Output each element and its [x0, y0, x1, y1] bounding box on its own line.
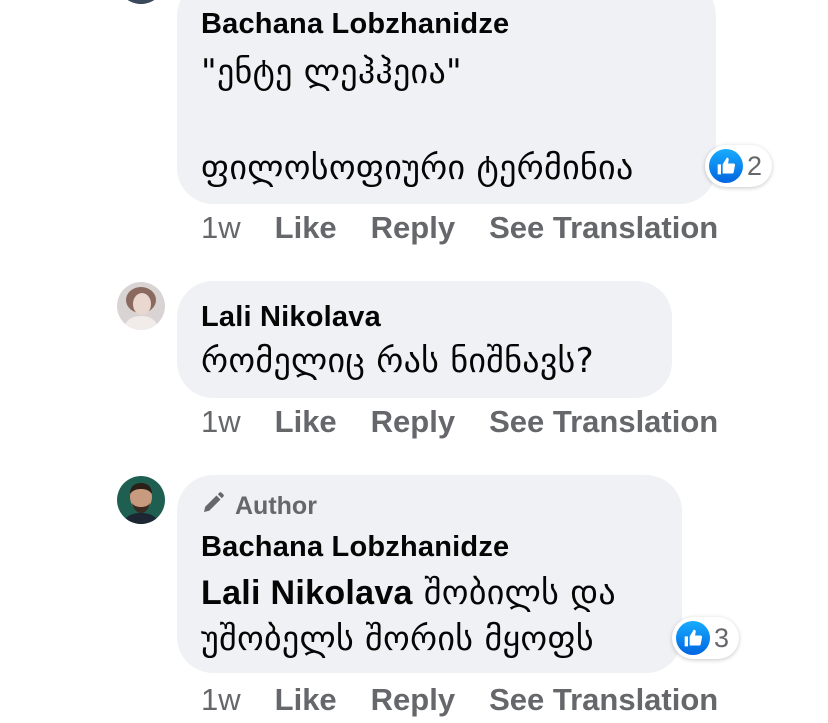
comments-thread: Bachana Lobzhanidze "ენტე ლეჰჰეია" ფილოს…: [0, 0, 828, 723]
author-badge-label: Author: [235, 492, 317, 520]
reply-button[interactable]: Reply: [371, 682, 455, 718]
like-icon: [676, 621, 710, 655]
comment-bubble: Lali Nikolava რომელიც რას ნიშნავს?: [177, 281, 672, 398]
avatar[interactable]: [117, 476, 165, 524]
reaction-count: 2: [747, 150, 763, 181]
comment-timestamp[interactable]: 1w: [201, 404, 241, 440]
see-translation-link[interactable]: See Translation: [489, 682, 718, 718]
comment-text-line: "ენტე ლეჰჰეია": [201, 52, 462, 92]
comment-text-line: Lali Nikolava შობილს და: [201, 573, 616, 613]
comment-timestamp[interactable]: 1w: [201, 210, 241, 246]
like-button[interactable]: Like: [275, 210, 337, 246]
reply-button[interactable]: Reply: [371, 210, 455, 246]
pencil-icon: [201, 491, 225, 522]
comment-text-line: უშობელს შორის მყოფს: [201, 619, 594, 659]
comment-text-line: ფილოსოფიური ტერმინია: [201, 148, 634, 188]
reaction-count-badge[interactable]: 2: [705, 145, 773, 187]
comment-author-name[interactable]: Bachana Lobzhanidze: [201, 531, 509, 564]
avatar[interactable]: [117, 0, 165, 4]
avatar[interactable]: [117, 282, 165, 330]
author-badge: Author: [201, 491, 317, 522]
comment-author-name[interactable]: Bachana Lobzhanidze: [201, 8, 509, 41]
comment-actions: 1w Like Reply See Translation: [201, 682, 718, 718]
reaction-count: 3: [714, 622, 730, 653]
comment-actions: 1w Like Reply See Translation: [201, 210, 718, 246]
see-translation-link[interactable]: See Translation: [489, 210, 718, 246]
comment-author-name[interactable]: Lali Nikolava: [201, 301, 381, 334]
mention-link[interactable]: Lali Nikolava: [201, 574, 413, 612]
comment-text-line: რომელიც რას ნიშნავს?: [201, 341, 594, 381]
like-button[interactable]: Like: [275, 404, 337, 440]
reaction-count-badge[interactable]: 3: [672, 617, 740, 659]
comment-actions: 1w Like Reply See Translation: [201, 404, 718, 440]
see-translation-link[interactable]: See Translation: [489, 404, 718, 440]
comment-bubble: Author Bachana Lobzhanidze Lali Nikolava…: [177, 475, 682, 673]
reply-button[interactable]: Reply: [371, 404, 455, 440]
comment-text: შობილს და: [412, 573, 616, 613]
like-icon: [709, 149, 743, 183]
like-button[interactable]: Like: [275, 682, 337, 718]
comment-bubble: Bachana Lobzhanidze "ენტე ლეჰჰეია" ფილოს…: [177, 0, 716, 204]
comment-timestamp[interactable]: 1w: [201, 682, 241, 718]
